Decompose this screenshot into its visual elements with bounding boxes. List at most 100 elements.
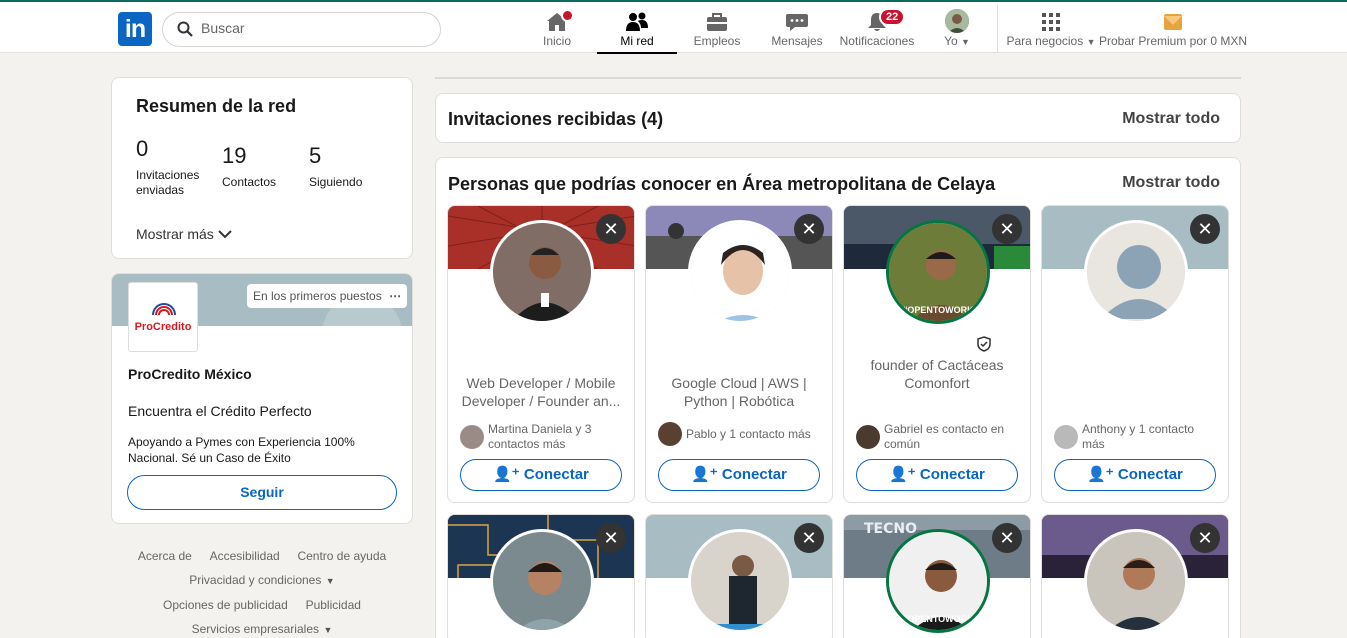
procredito-logo[interactable]: ProCredito [128, 282, 198, 352]
connect-button[interactable]: 👤⁺ Conectar [856, 459, 1018, 491]
dismiss-icon[interactable]: ✕ [794, 214, 824, 244]
mutual-connections: Gabriel es contacto en común [856, 422, 1020, 452]
mutual-avatar [856, 425, 880, 449]
home-notification-dot [561, 9, 574, 22]
person-card[interactable]: #OPENTOWORK ✕ founder of Cactáceas Comon… [843, 205, 1031, 503]
suggestions-show-all[interactable]: Mostrar todo [1122, 174, 1220, 192]
connect-label: Conectar [721, 466, 787, 483]
ad-headline: Encuentra el Crédito Perfecto [128, 403, 312, 419]
connect-label: Conectar [523, 466, 589, 483]
mutual-connections: Martina Daniela y 3 contactos más [460, 422, 624, 452]
connect-label: Conectar [1117, 466, 1183, 483]
nav-for-business-label: Para negocios ▼ [1006, 34, 1096, 48]
dismiss-icon[interactable]: ✕ [1190, 523, 1220, 553]
mutual-avatar [658, 422, 682, 446]
dismiss-icon[interactable]: ✕ [596, 214, 626, 244]
connect-button[interactable]: 👤⁺ Conectar [460, 459, 622, 491]
person-avatar[interactable] [490, 220, 594, 324]
mutual-text: Martina Daniela y 3 contactos más [488, 422, 592, 451]
verified-shield-icon [976, 336, 992, 357]
chevron-down-icon: ▼ [961, 37, 970, 47]
nav-home-label: Inicio [542, 34, 571, 48]
nav-my-network[interactable]: Mi red [597, 2, 677, 54]
stat-invitations-sent[interactable]: 0 Invitaciones enviadas [136, 136, 216, 198]
nav-messaging[interactable]: Mensajes [762, 2, 832, 54]
ad-body: Apoyando a Pymes con Experiencia 100% Na… [128, 435, 355, 465]
network-summary-card: Resumen de la red 0 Invitaciones enviada… [111, 77, 413, 259]
person-avatar-placeholder[interactable] [1084, 220, 1188, 324]
person-card[interactable]: ✕ Google Cloud | AWS | Python | Robótica… [645, 205, 833, 503]
stat-label: Invitaciones enviadas [136, 168, 200, 197]
person-card[interactable]: TECNO #OPENTOWORK ✕ [843, 514, 1031, 638]
person-card[interactable]: ✕ Web Developer / Mobile Developer / Fou… [447, 205, 635, 503]
connect-button[interactable]: 👤⁺ Conectar [1054, 459, 1216, 491]
search-icon [177, 21, 193, 42]
invitations-card: Invitaciones recibidas (4) Mostrar todo [435, 93, 1241, 143]
more-options-icon[interactable]: ⋯ [389, 289, 401, 303]
chevron-down-icon: ▼ [325, 576, 335, 586]
stat-connections[interactable]: 19 Contactos [222, 143, 302, 189]
invitations-show-all[interactable]: Mostrar todo [1122, 110, 1220, 128]
mutual-avatar [1054, 425, 1078, 449]
footer-link[interactable]: Accesibilidad [210, 549, 280, 563]
linkedin-logo[interactable]: in [118, 12, 152, 46]
nav-for-business[interactable]: Para negocios ▼ [1005, 2, 1097, 54]
invitations-title: Invitaciones recibidas (4) [448, 109, 664, 129]
nav-messaging-label: Mensajes [771, 34, 823, 48]
footer-link[interactable]: Privacidad y condiciones [189, 573, 321, 587]
person-headline: Google Cloud | AWS | Python | Robótica [671, 375, 807, 409]
footer-link[interactable]: Opciones de publicidad [163, 598, 288, 612]
nav-notifications-label: Notificaciones [839, 34, 915, 48]
show-more-button[interactable]: Mostrar más [136, 226, 232, 242]
add-person-icon: 👤⁺ [1087, 466, 1114, 483]
chevron-down-icon: ▼ [1086, 37, 1096, 47]
top-navigation-bar: in Inicio Mi red Empleos Mensajes [0, 0, 1347, 54]
footer-link[interactable]: Publicidad [306, 598, 361, 612]
person-headline: Web Developer / Mobile Developer / Found… [461, 375, 621, 409]
dismiss-icon[interactable]: ✕ [794, 523, 824, 553]
ad-company-name[interactable]: ProCredito México [128, 366, 252, 382]
add-person-icon: 👤⁺ [889, 466, 916, 483]
footer-link[interactable]: Centro de ayuda [297, 549, 386, 563]
nav-premium[interactable]: Probar Premium por 0 MXN [1097, 2, 1249, 54]
procredito-logo-text: ProCredito [134, 321, 192, 333]
nav-me[interactable]: Yo ▼ [935, 2, 979, 54]
person-card[interactable]: ✕ Anthony y 1 contacto más 👤⁺ Conectar [1041, 205, 1229, 503]
mutual-text: Gabriel es contacto en común [884, 422, 1005, 451]
person-card[interactable]: ✕ [447, 514, 635, 638]
nav-my-network-label: Mi red [620, 34, 654, 48]
person-card[interactable]: ✕ [645, 514, 833, 638]
person-avatar[interactable] [688, 220, 792, 324]
person-avatar[interactable]: #OPENTOWORK [886, 220, 990, 324]
nav-jobs-label: Empleos [693, 34, 741, 48]
dismiss-icon[interactable]: ✕ [1190, 214, 1220, 244]
dismiss-icon[interactable]: ✕ [596, 523, 626, 553]
person-avatar[interactable] [490, 529, 594, 633]
nav-notifications[interactable]: 22 Notificaciones [837, 2, 917, 54]
footer-link[interactable]: Servicios empresariales [192, 622, 319, 636]
follow-button[interactable]: Seguir [127, 475, 397, 510]
stat-following[interactable]: 5 Siguiendo [309, 143, 389, 189]
svg-text:TECNO: TECNO [864, 521, 917, 537]
person-avatar[interactable] [1084, 529, 1188, 633]
person-headline: founder of Cactáceas Comonfort [870, 357, 1004, 391]
opentowork-frame-label: #OPENTOWORK [902, 305, 974, 315]
nav-home[interactable]: Inicio [527, 2, 587, 54]
person-card[interactable]: ✕ [1041, 514, 1229, 638]
connect-button[interactable]: 👤⁺ Conectar [658, 459, 820, 491]
nav-jobs[interactable]: Empleos [687, 2, 747, 54]
opentowork-frame-label: #OPENTOWORK [902, 614, 974, 624]
person-avatar[interactable] [688, 529, 792, 633]
footer-link[interactable]: Acerca de [138, 549, 192, 563]
dismiss-icon[interactable]: ✕ [992, 523, 1022, 553]
dismiss-icon[interactable]: ✕ [992, 214, 1022, 244]
mutual-text: Anthony y 1 contacto más [1082, 422, 1195, 451]
mutual-avatar [460, 425, 484, 449]
search-box[interactable] [162, 12, 441, 47]
stat-label: Siguiendo [309, 175, 363, 189]
person-avatar[interactable]: #OPENTOWORK [886, 529, 990, 633]
loading-divider [435, 77, 1241, 79]
add-person-icon: 👤⁺ [691, 466, 718, 483]
search-input[interactable] [201, 20, 421, 36]
chevron-down-icon: ▼ [323, 625, 333, 635]
